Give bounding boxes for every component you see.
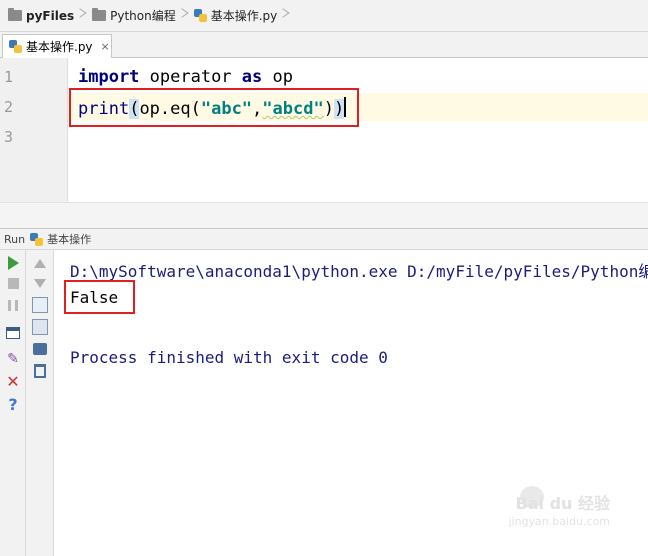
pin-tab-button[interactable]: ✎ [4,350,22,368]
watermark-brand: Bai du 经验 [515,494,610,513]
run-label: Run [4,232,26,246]
code-editor[interactable]: 1 2 3 import operator as op print(op.eq(… [0,58,648,202]
breadcrumb-folder[interactable]: Python编程 [90,0,178,32]
stop-button[interactable] [4,274,22,292]
line-number-gutter: 1 2 3 [0,58,68,202]
python-file-icon [30,232,44,246]
arrow-up-icon [34,258,46,268]
scroll-down-button[interactable] [31,274,49,292]
pin-icon: ✎ [7,351,19,367]
stop-icon [7,277,19,289]
scroll-up-button[interactable] [31,254,49,272]
close-icon: ✕ [6,371,20,391]
print-button[interactable] [31,340,49,358]
run-toolbar-primary: ✎ ✕ ? [0,250,26,556]
code-line-1: import operator as op [78,67,293,87]
editor-tab-bar: 基本操作.py × [0,32,648,58]
soft-wrap-button[interactable] [31,296,49,314]
run-config-name[interactable]: 基本操作 [47,231,91,247]
breadcrumb: pyFiles Python编程 基本操作.py [0,0,648,32]
code-text: op [262,67,293,87]
chevron-right-icon [76,0,86,32]
chevron-right-icon [178,0,188,32]
scroll-to-end-icon [32,319,48,335]
breadcrumb-project[interactable]: pyFiles [6,0,76,32]
close-run-button[interactable]: ✕ [4,371,22,391]
console-command-line: D:\mySoftware\anaconda1\python.exe D:/my… [70,262,648,281]
pause-icon [8,299,18,311]
breadcrumb-file-label: 基本操作.py [210,9,278,23]
editor-tab[interactable]: 基本操作.py × [2,34,112,58]
code-keyword: import [78,67,140,87]
breadcrumb-project-label: pyFiles [26,8,75,23]
trash-icon [34,364,46,378]
print-icon [33,343,47,355]
arrow-down-icon [34,278,46,288]
scroll-to-end-button[interactable] [31,318,49,336]
watermark-url: jingyan.baidu.com [508,515,610,528]
pause-button[interactable] [4,296,22,314]
rerun-button[interactable] [4,254,22,272]
run-panel-header: Run 基本操作 [0,228,648,250]
highlight-box-code [69,88,359,127]
layout-icon [6,327,20,339]
line-number: 1 [4,68,14,86]
highlight-box-output [64,280,135,314]
editor-footer [0,202,648,228]
help-icon: ? [8,394,18,414]
code-text: operator [139,67,242,87]
run-toolbar-secondary [26,250,54,556]
chevron-right-icon [279,0,289,32]
folder-icon [92,8,107,21]
python-file-icon [9,40,22,53]
breadcrumb-file[interactable]: 基本操作.py [192,0,280,32]
clear-all-button[interactable] [31,362,49,380]
restore-layout-button[interactable] [4,324,22,342]
help-button[interactable]: ? [4,394,22,414]
breadcrumb-folder-label: Python编程 [110,9,176,23]
folder-icon [8,8,22,21]
line-number: 2 [4,98,14,116]
line-number: 3 [4,128,14,146]
console-exit-line: Process finished with exit code 0 [70,348,388,367]
editor-tab-label: 基本操作.py [26,40,93,54]
code-keyword: as [241,67,263,87]
close-icon[interactable]: × [101,40,110,53]
play-icon [7,256,19,270]
soft-wrap-icon [32,297,48,313]
python-file-icon [193,9,207,22]
watermark: Bai du 经验 jingyan.baidu.com [460,486,610,528]
